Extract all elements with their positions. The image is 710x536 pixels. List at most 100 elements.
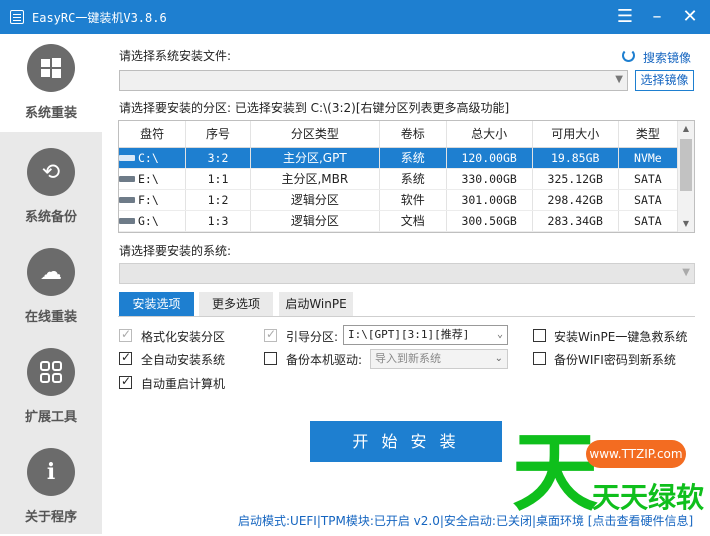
sidebar-item-label: 扩展工具 [24, 410, 77, 425]
cloud-icon: ☁ [27, 248, 75, 296]
format-partition-label: 格式化安装分区 [141, 330, 226, 344]
install-winpe-label: 安装WinPE一键急救系统 [554, 330, 688, 344]
drive-icon [119, 176, 135, 182]
format-partition-checkbox[interactable] [119, 327, 132, 342]
image-select-label: 请选择系统安装文件: [119, 49, 232, 63]
column-header[interactable]: 总大小 [446, 121, 533, 148]
boot-partition-value: I:\[GPT][3:1][推荐] [348, 328, 470, 341]
search-image-link[interactable]: 搜索镜像 [643, 49, 691, 66]
sidebar-item-system-backup[interactable]: ⟲ 系统备份 [0, 138, 102, 236]
partition-index: 1:1 [185, 168, 251, 190]
partition-type: 主分区,GPT [250, 147, 380, 169]
sidebar-item-label: 系统备份 [24, 210, 77, 225]
backup-drivers-select[interactable]: 导入到新系统 ⌄ [370, 349, 508, 369]
disk-kind: NVMe [618, 147, 679, 169]
image-file-combo[interactable]: ▼ [119, 70, 628, 91]
partition-index: 3:2 [185, 147, 251, 169]
menu-icon[interactable]: ☰ [612, 4, 638, 30]
chevron-down-icon: ▼ [682, 267, 690, 278]
app-icon [10, 10, 24, 24]
sidebar-item-online-reinstall[interactable]: ☁ 在线重装 [0, 238, 102, 336]
sidebar-item-extension-tools[interactable]: 扩展工具 [0, 338, 102, 436]
column-header[interactable]: 序号 [185, 121, 251, 148]
close-icon[interactable]: ✕ [677, 4, 703, 30]
vertical-scrollbar[interactable]: ▲ ▼ [677, 121, 694, 232]
scroll-up-icon[interactable]: ▲ [678, 124, 694, 133]
volume-label: 系统 [379, 147, 447, 169]
refresh-icon[interactable] [622, 49, 635, 62]
table-header-row: 盘符 序号 分区类型 卷标 总大小 可用大小 类型 [119, 121, 679, 148]
watermark-text: 天天绿软 [592, 481, 705, 514]
column-header[interactable]: 分区类型 [250, 121, 380, 148]
auto-restart-checkbox[interactable] [119, 374, 132, 389]
chevron-down-icon: ▼ [615, 74, 623, 85]
drive-icon [119, 197, 135, 203]
partition-index: 1:2 [185, 189, 251, 211]
table-row[interactable]: G:\ 1:3 逻辑分区 文档 300.50GB 283.34GB SATA [119, 210, 679, 232]
info-icon: i [27, 448, 75, 496]
column-header[interactable]: 卷标 [379, 121, 447, 148]
total-size: 330.00GB [446, 168, 533, 190]
column-header[interactable]: 类型 [618, 121, 679, 148]
tab-boot-winpe[interactable]: 启动WinPE [279, 292, 353, 316]
sidebar-item-about[interactable]: i 关于程序 [0, 438, 102, 536]
free-size: 283.34GB [532, 210, 619, 232]
select-image-button[interactable]: 选择镜像 [635, 70, 694, 91]
backup-drivers-label: 备份本机驱动: [286, 353, 363, 367]
backup-wifi-label: 备份WIFI密码到新系统 [554, 353, 676, 367]
grid-icon [27, 348, 75, 396]
sidebar: 系统重装 ⟲ 系统备份 ☁ 在线重装 扩展工具 i 关于程序 [0, 34, 102, 534]
partition-label: 请选择要安装的分区: 已选择安装到 C:\(3:2)[右键分区列表更多高级功能] [119, 101, 510, 115]
drive-letter: E:\ [138, 171, 159, 186]
windows-icon [27, 44, 75, 92]
auto-restart-label: 自动重启计算机 [141, 377, 226, 391]
disk-kind: SATA [618, 210, 679, 232]
table-row[interactable]: C:\ 3:2 主分区,GPT 系统 120.00GB 19.85GB NVMe [119, 147, 679, 169]
boot-partition-label: 引导分区: [286, 330, 339, 344]
watermark-logo: 天 [512, 422, 598, 523]
partition-type: 逻辑分区 [250, 210, 380, 232]
partition-table[interactable]: 盘符 序号 分区类型 卷标 总大小 可用大小 类型 C:\ 3:2 主分区,GP… [118, 120, 695, 233]
table-row[interactable]: F:\ 1:2 逻辑分区 软件 301.00GB 298.42GB SATA [119, 189, 679, 211]
total-size: 120.00GB [446, 147, 533, 169]
volume-label: 系统 [379, 168, 447, 190]
status-bar[interactable]: 启动模式:UEFI|TPM模块:已开启 v2.0|安全启动:已关闭|桌面环境 [… [238, 512, 693, 529]
table-row[interactable]: E:\ 1:1 主分区,MBR 系统 330.00GB 325.12GB SAT… [119, 168, 679, 190]
drive-icon [119, 218, 135, 224]
sidebar-item-system-reinstall[interactable]: 系统重装 [0, 34, 102, 132]
system-combo[interactable]: ▼ [119, 263, 695, 284]
auto-install-checkbox[interactable] [119, 350, 132, 365]
backup-drivers-checkbox[interactable] [264, 352, 277, 365]
tab-install-options[interactable]: 安装选项 [119, 292, 194, 316]
sidebar-item-label: 系统重装 [24, 106, 77, 121]
column-header[interactable]: 盘符 [119, 121, 187, 148]
boot-partition-checkbox[interactable] [264, 327, 277, 342]
system-select-label: 请选择要安装的系统: [119, 244, 232, 258]
install-winpe-checkbox[interactable] [533, 329, 546, 342]
column-header[interactable]: 可用大小 [532, 121, 619, 148]
disk-kind: SATA [618, 168, 679, 190]
start-install-button[interactable]: 开 始 安 装 [310, 421, 502, 462]
chevron-down-icon: ⌄ [494, 353, 503, 364]
scrollbar-thumb[interactable] [680, 139, 692, 191]
tab-divider [118, 316, 695, 317]
partition-type: 主分区,MBR [250, 168, 380, 190]
drive-letter: C:\ [138, 150, 159, 165]
partition-type: 逻辑分区 [250, 189, 380, 211]
free-size: 325.12GB [532, 168, 619, 190]
backup-wifi-checkbox[interactable] [533, 352, 546, 365]
scroll-down-icon[interactable]: ▼ [678, 219, 694, 228]
tab-more-options[interactable]: 更多选项 [199, 292, 273, 316]
minimize-icon[interactable]: – [644, 4, 670, 30]
drive-icon [119, 155, 135, 161]
disk-kind: SATA [618, 189, 679, 211]
boot-partition-select[interactable]: I:\[GPT][3:1][推荐] ⌄ [343, 325, 508, 345]
free-size: 298.42GB [532, 189, 619, 211]
drive-letter: G:\ [138, 213, 159, 228]
backup-icon: ⟲ [27, 148, 75, 196]
auto-install-label: 全自动安装系统 [141, 353, 226, 367]
drive-letter: F:\ [138, 192, 159, 207]
volume-label: 软件 [379, 189, 447, 211]
total-size: 301.00GB [446, 189, 533, 211]
total-size: 300.50GB [446, 210, 533, 232]
